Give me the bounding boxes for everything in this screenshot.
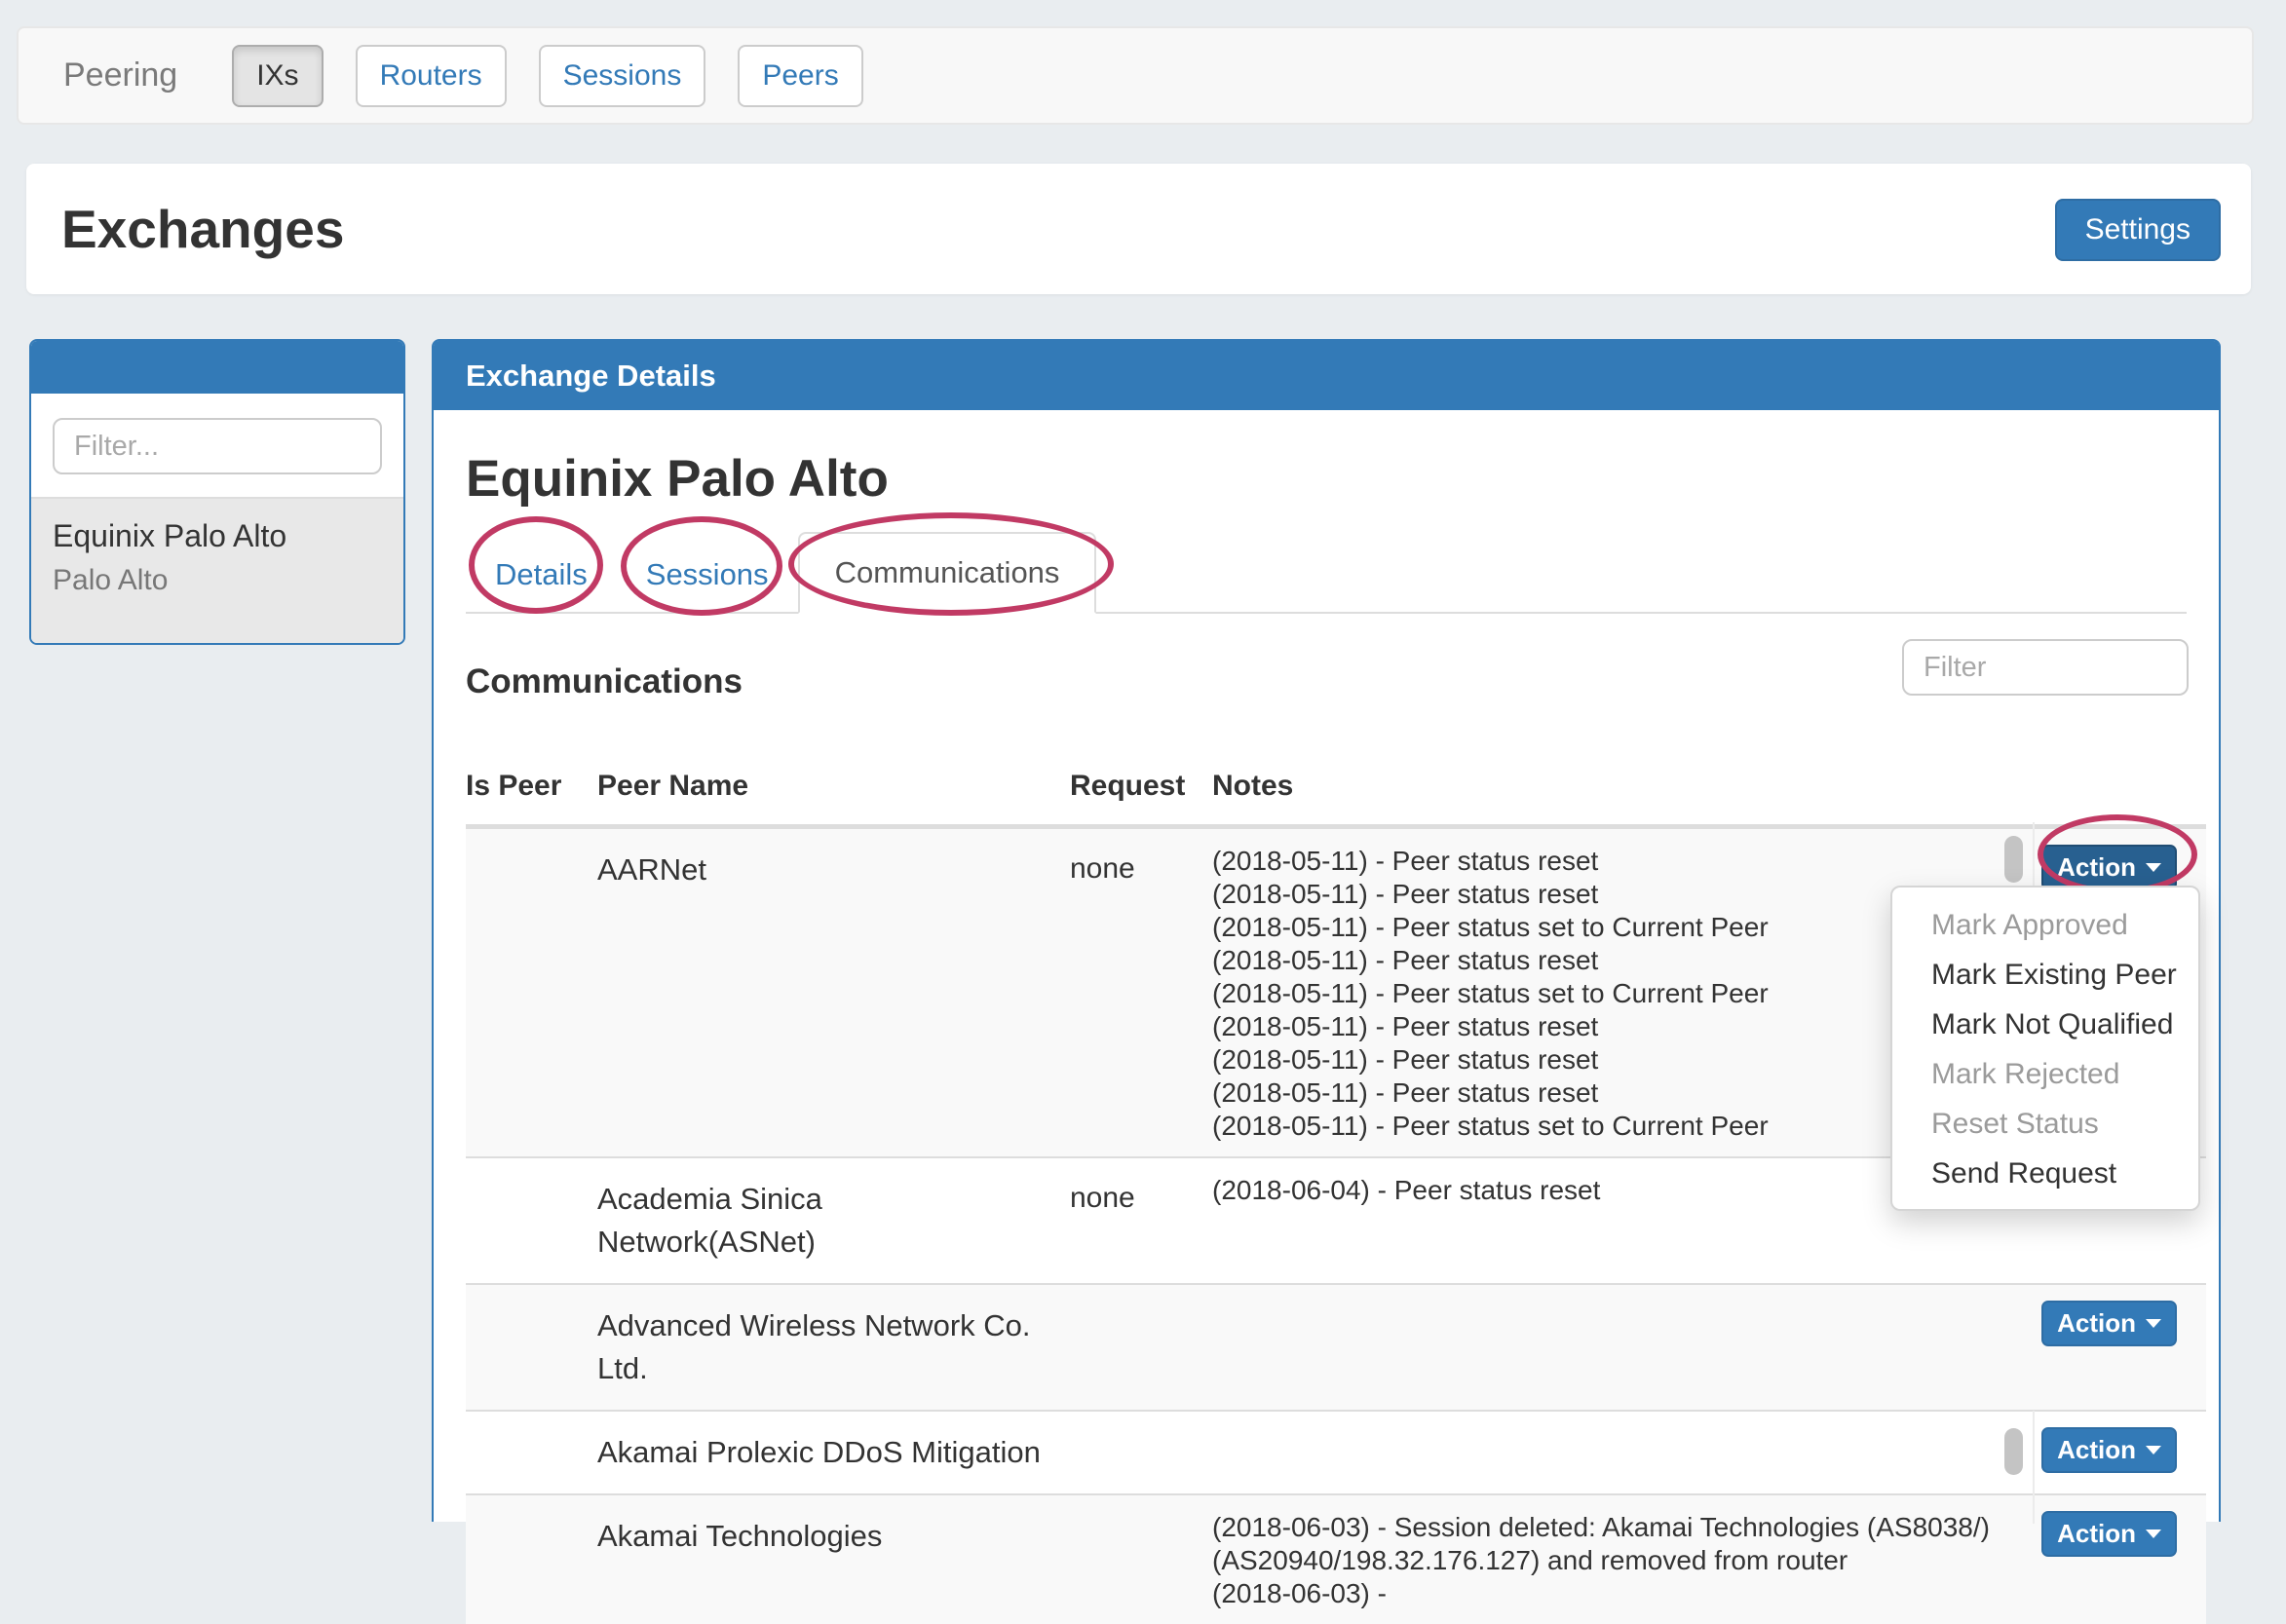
peer-name-cell: Academia Sinica Network(ASNet) — [597, 1158, 1070, 1283]
notes-scrollbar-track — [2033, 1411, 2035, 1524]
notes-cell: (2018-06-04) - Peer status reset — [1212, 1158, 1999, 1283]
note-line: (2018-05-11) - Peer status reset — [1212, 1010, 1999, 1043]
is-peer-cell — [466, 1285, 597, 1410]
notes-cell: (2018-05-11) - Peer status reset (2018-0… — [1212, 829, 1999, 1156]
action-button-akamai-technologies[interactable]: Action — [2041, 1511, 2177, 1557]
notes-cell: (2018-06-03) - Session deleted: Akamai T… — [1212, 1495, 1999, 1624]
exchange-filter-wrap — [31, 394, 403, 497]
table-row-akamai-technologies: Akamai Technologies (2018-06-03) - Sessi… — [466, 1493, 2206, 1624]
action-button-label: Action — [2057, 1308, 2136, 1339]
note-line: (2018-05-11) - Peer status reset — [1212, 878, 1999, 911]
col-header-request: Request — [1070, 770, 1212, 803]
list-item-equinix-palo-alto[interactable]: Equinix Palo Alto Palo Alto — [31, 497, 403, 645]
request-cell — [1070, 1285, 1212, 1410]
app-brand: Peering — [63, 57, 177, 94]
menu-item-mark-rejected[interactable]: Mark Rejected — [1892, 1049, 2198, 1099]
col-header-actions — [1999, 770, 2206, 803]
request-cell: none — [1070, 829, 1212, 1156]
action-button-label: Action — [2057, 1519, 2136, 1549]
exchange-details-panel: Exchange Details Equinix Palo Alto Detai… — [432, 339, 2221, 1522]
col-header-peer-name: Peer Name — [597, 770, 1070, 803]
table-header-row: Is Peer Peer Name Request Notes — [466, 744, 2206, 827]
nav-tab-ixs[interactable]: IXs — [232, 45, 323, 107]
table-row-akamai-prolexic: Akamai Prolexic DDoS Mitigation Action — [466, 1410, 2206, 1493]
settings-button[interactable]: Settings — [2055, 199, 2221, 261]
nav-tab-peers[interactable]: Peers — [738, 45, 862, 107]
communications-filter-input[interactable] — [1902, 639, 2189, 696]
menu-item-mark-existing-peer[interactable]: Mark Existing Peer — [1892, 950, 2198, 1000]
exchange-location: Palo Alto — [53, 564, 382, 597]
exchange-list-panel: Equinix Palo Alto Palo Alto — [29, 339, 405, 645]
peer-name-cell: Akamai Technologies — [597, 1495, 1070, 1624]
note-line: (AS20940/198.32.176.127) and removed fro… — [1212, 1544, 1999, 1577]
menu-item-mark-approved[interactable]: Mark Approved — [1892, 900, 2198, 950]
note-line: (2018-06-03) - — [1212, 1577, 1999, 1610]
note-line: (2018-06-03) - Session deleted: Akamai T… — [1212, 1511, 1999, 1544]
caret-down-icon — [2146, 863, 2161, 872]
note-line: (2018-05-11) - Peer status reset — [1212, 1076, 1999, 1110]
menu-item-send-request[interactable]: Send Request — [1892, 1149, 2198, 1198]
action-cell: Action — [1999, 1412, 2206, 1493]
action-button-label: Action — [2057, 852, 2136, 883]
is-peer-cell — [466, 1412, 597, 1493]
action-button-label: Action — [2057, 1435, 2136, 1465]
exchange-name: Equinix Palo Alto — [53, 518, 382, 554]
notes-scrollbar-thumb[interactable] — [2004, 1428, 2023, 1475]
note-line: (2018-05-11) - Peer status reset — [1212, 944, 1999, 977]
note-line: (2018-05-11) - Peer status set to Curren… — [1212, 977, 1999, 1010]
action-cell: Action — [1999, 1495, 2206, 1624]
notes-scrollbar-thumb[interactable] — [2004, 836, 2023, 883]
nav-tab-sessions[interactable]: Sessions — [539, 45, 706, 107]
top-navbar: Peering IXs Routers Sessions Peers — [17, 26, 2254, 125]
note-line: (2018-06-04) - Peer status reset — [1212, 1174, 1999, 1207]
exchange-filter-input[interactable] — [53, 418, 382, 474]
caret-down-icon — [2146, 1530, 2161, 1538]
exchange-title: Equinix Palo Alto — [466, 449, 2219, 509]
table-row-advanced-wireless: Advanced Wireless Network Co. Ltd. Actio… — [466, 1283, 2206, 1410]
is-peer-cell — [466, 1495, 597, 1624]
action-dropdown-menu: Mark Approved Mark Existing Peer Mark No… — [1890, 886, 2200, 1211]
peer-name-cell: Advanced Wireless Network Co. Ltd. — [597, 1285, 1070, 1410]
action-cell: Action — [1999, 1285, 2206, 1410]
note-line: (2018-05-11) - Peer status set to Curren… — [1212, 1110, 1999, 1143]
page-title: Exchanges — [61, 164, 344, 294]
nav-tab-routers[interactable]: Routers — [356, 45, 507, 107]
note-line: (2018-05-11) - Peer status set to Curren… — [1212, 911, 1999, 944]
tab-details[interactable]: Details — [466, 538, 617, 612]
request-cell — [1070, 1495, 1212, 1624]
is-peer-cell — [466, 829, 597, 1156]
menu-item-mark-not-qualified[interactable]: Mark Not Qualified — [1892, 1000, 2198, 1049]
is-peer-cell — [466, 1158, 597, 1283]
tab-sessions[interactable]: Sessions — [617, 538, 798, 612]
exchanges-header-panel: Exchanges Settings — [26, 164, 2251, 294]
col-header-notes: Notes — [1212, 770, 1999, 803]
exchange-list-panel-header — [31, 341, 403, 394]
notes-cell — [1212, 1285, 1999, 1410]
peer-name-cell: AARNet — [597, 829, 1070, 1156]
peering-app: { "navbar": { "brand": "Peering", "tabs"… — [0, 0, 2286, 1520]
detail-tabs: Details Sessions Communications — [466, 534, 2187, 614]
tab-communications[interactable]: Communications — [798, 532, 1097, 614]
menu-item-reset-status[interactable]: Reset Status — [1892, 1099, 2198, 1149]
action-button-aarnet-open[interactable]: Action — [2041, 845, 2177, 890]
col-header-is-peer: Is Peer — [466, 770, 597, 803]
action-button-advanced-wireless[interactable]: Action — [2041, 1301, 2177, 1346]
caret-down-icon — [2146, 1319, 2161, 1328]
notes-cell — [1212, 1412, 1999, 1493]
peer-name-cell: Akamai Prolexic DDoS Mitigation — [597, 1412, 1070, 1493]
request-cell — [1070, 1412, 1212, 1493]
note-line: (2018-05-11) - Peer status reset — [1212, 845, 1999, 878]
action-button-akamai-prolexic[interactable]: Action — [2041, 1427, 2177, 1473]
request-cell: none — [1070, 1158, 1212, 1283]
caret-down-icon — [2146, 1446, 2161, 1454]
note-line: (2018-05-11) - Peer status reset — [1212, 1043, 1999, 1076]
panel-header: Exchange Details — [434, 341, 2219, 410]
